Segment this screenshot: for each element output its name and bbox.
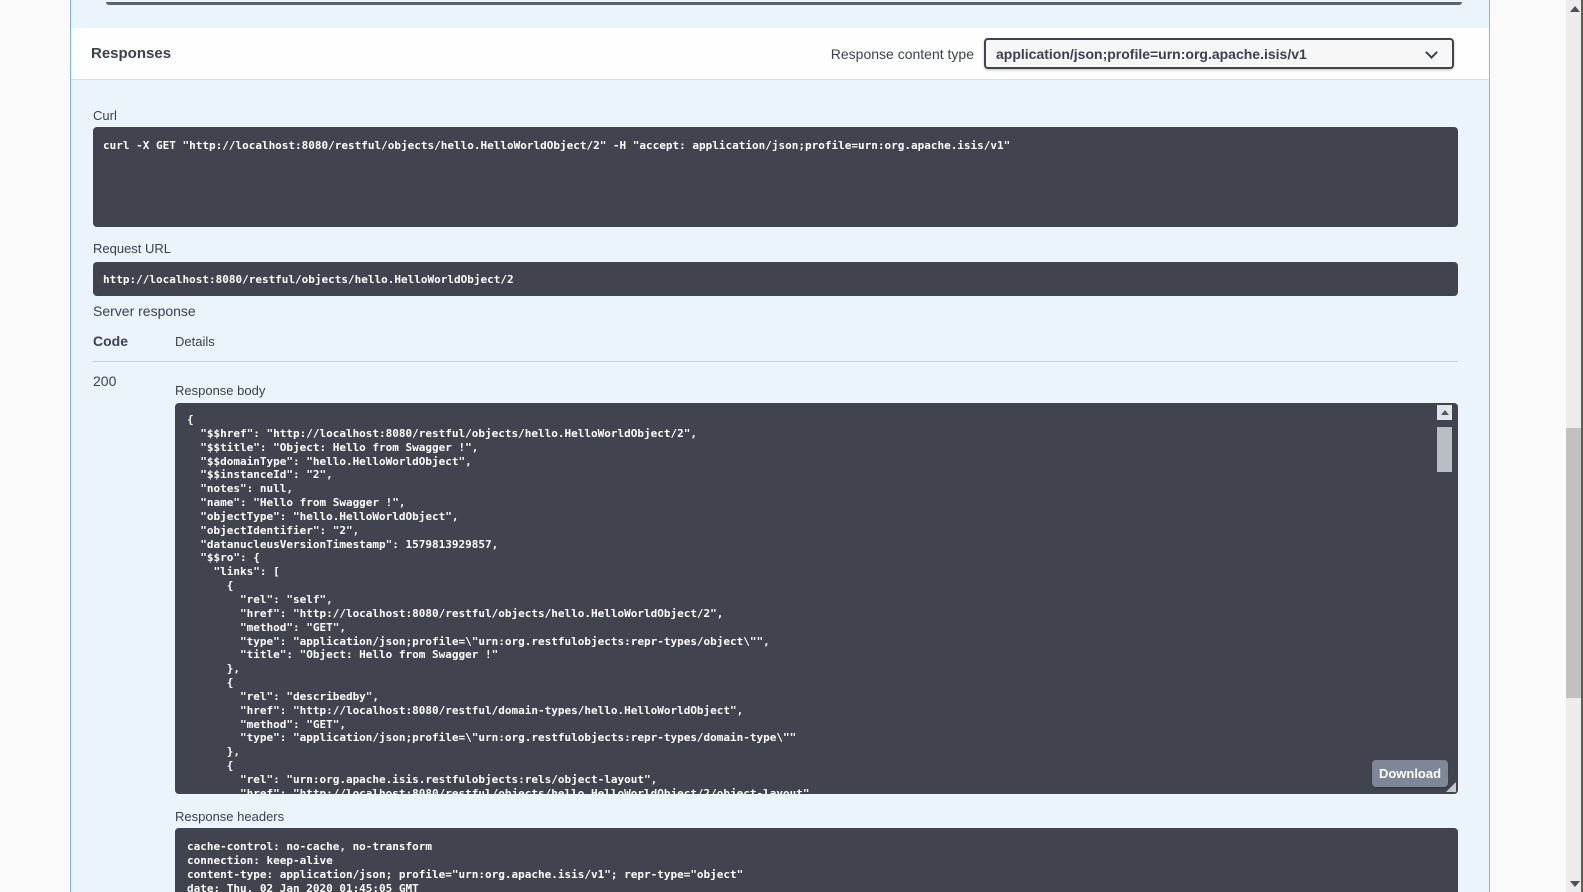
response-headers-block: cache-control: no-cache, no-transform co… [175,828,1458,892]
response-content-type-value: application/json;profile=urn:org.apache.… [996,46,1307,62]
details-column-header: Details [175,334,215,349]
response-headers-label: Response headers [175,809,284,824]
status-code: 200 [93,373,116,389]
server-response-label: Server response [93,303,196,319]
table-divider [93,361,1458,362]
response-content-type-select[interactable]: application/json;profile=urn:org.apache.… [984,38,1454,69]
request-url-block: http://localhost:8080/restful/objects/he… [93,262,1458,296]
response-body-block: { "$$href": "http://localhost:8080/restf… [175,403,1458,794]
curl-command-text: curl -X GET "http://localhost:8080/restf… [103,139,1448,153]
curl-command-block: curl -X GET "http://localhost:8080/restf… [93,127,1458,227]
request-url-label: Request URL [93,241,171,256]
responses-header: Responses Response content type applicat… [71,28,1489,80]
code-column-header: Code [93,333,128,349]
scroll-up-button[interactable] [1437,405,1452,420]
previous-section-edge [106,2,1462,5]
response-body-label: Response body [175,383,265,398]
chevron-down-icon [1425,46,1438,59]
responses-title: Responses [91,45,171,62]
arrow-down-icon [1570,881,1580,887]
scrollbar-thumb[interactable] [1437,427,1452,472]
response-content-type-label: Response content type [831,46,974,62]
get-operation-panel: Responses Response content type applicat… [70,0,1490,892]
request-url-text: http://localhost:8080/restful/objects/he… [103,273,514,286]
arrow-up-icon [1441,410,1449,415]
download-button[interactable]: Download [1372,760,1448,787]
response-content-type-group: Response content type application/json;p… [831,38,1454,69]
curl-label: Curl [93,108,117,123]
response-headers-text: cache-control: no-cache, no-transform co… [187,840,1448,892]
arrow-up-icon [1570,6,1580,12]
response-body-scrollbar[interactable] [1437,405,1452,790]
response-body-json: { "$$href": "http://localhost:8080/restf… [187,413,1430,794]
